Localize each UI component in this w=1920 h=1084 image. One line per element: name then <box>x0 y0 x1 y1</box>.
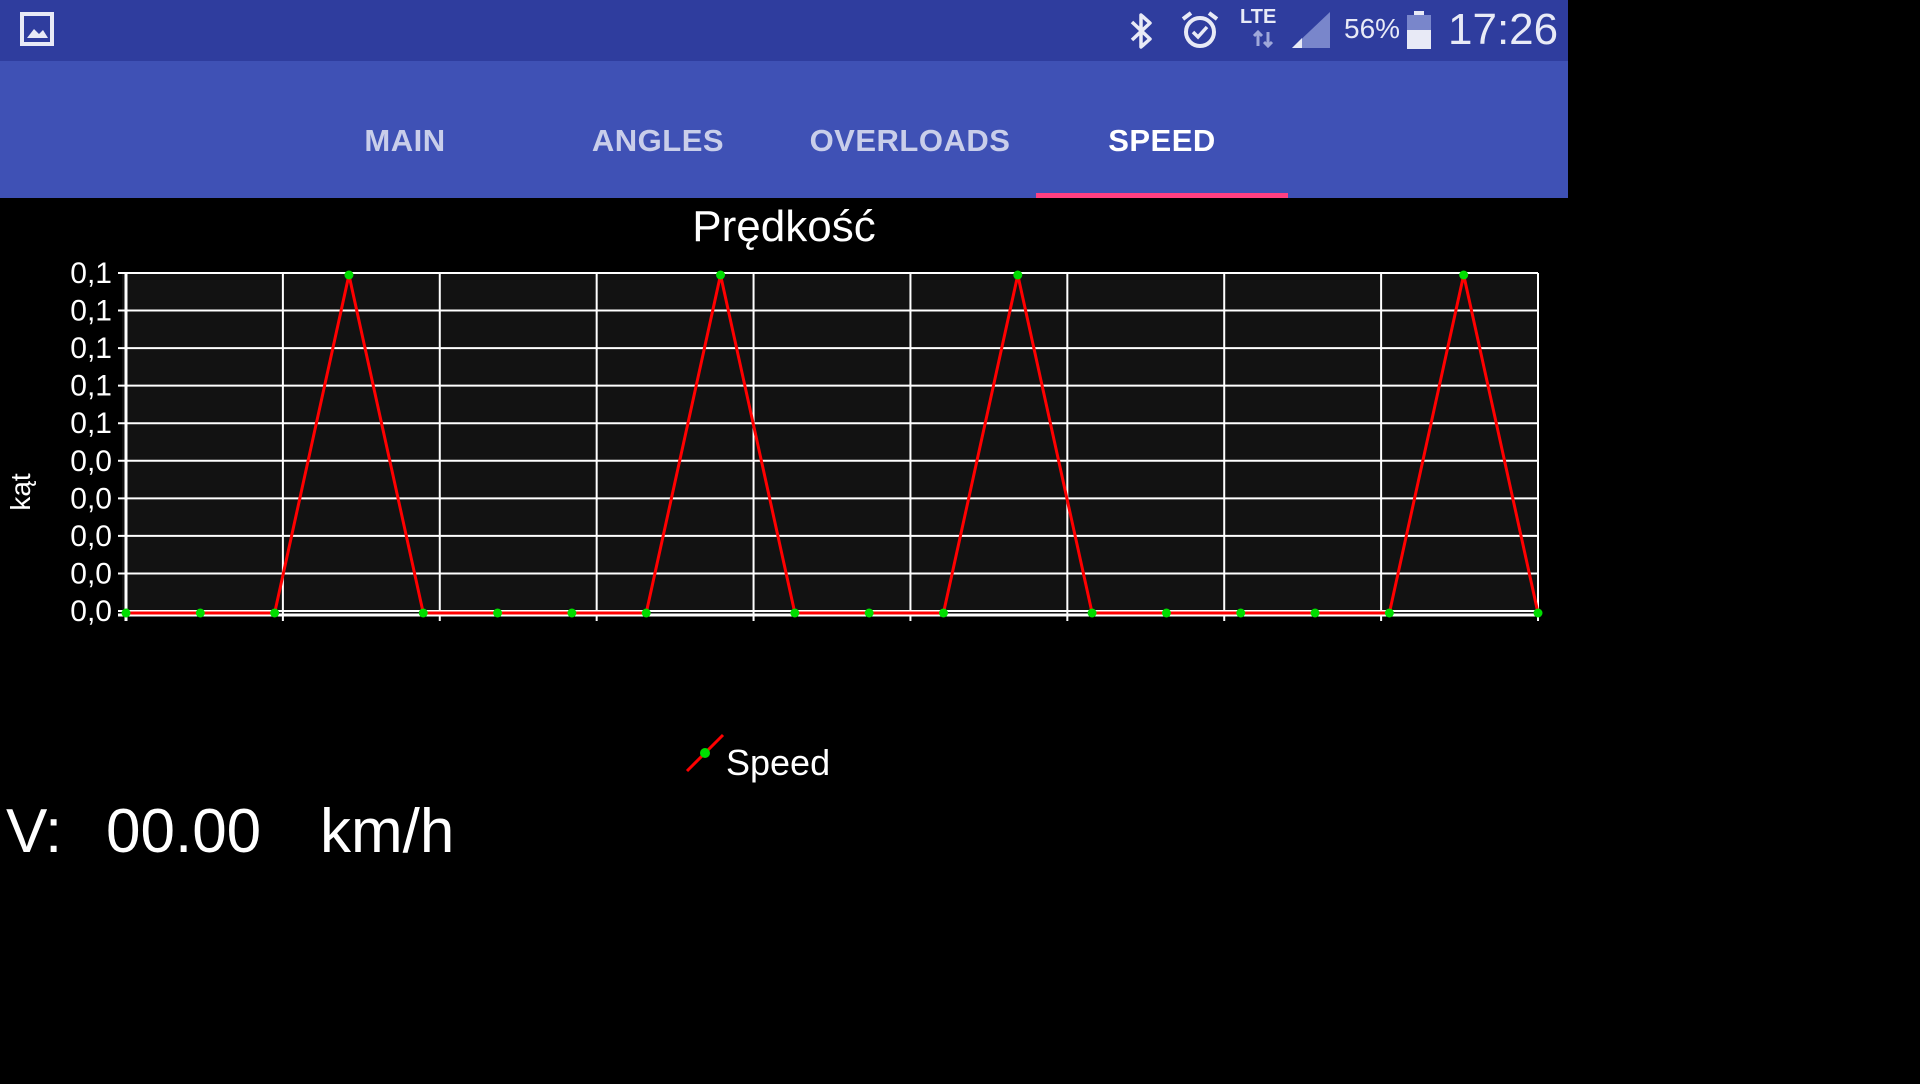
data-point <box>1459 270 1469 280</box>
data-point <box>864 608 874 618</box>
y-tick-label: 0,0 <box>70 595 112 628</box>
data-point <box>1236 608 1246 618</box>
data-point <box>1310 608 1320 618</box>
speed-unit: km/h <box>320 797 455 866</box>
bluetooth-icon <box>1130 13 1152 49</box>
y-tick-label: 0,1 <box>70 257 112 290</box>
y-tick-label: 0,1 <box>70 295 112 328</box>
data-point <box>493 608 503 618</box>
data-point <box>1087 608 1097 618</box>
y-tick-label: 0,1 <box>70 407 112 440</box>
gallery-icon <box>20 12 54 46</box>
data-point <box>344 270 354 280</box>
chart-title: Prędkość <box>692 202 875 251</box>
y-tick-label: 0,0 <box>70 520 112 553</box>
y-tick-label: 0,0 <box>70 557 112 590</box>
battery-icon <box>1407 11 1431 49</box>
legend: Speed <box>685 733 830 783</box>
tab-overloads[interactable]: OVERLOADS <box>790 121 1030 161</box>
status-bar: LTE 56% 17:26 <box>0 0 1568 61</box>
data-point <box>1161 608 1171 618</box>
data-point <box>1384 608 1394 618</box>
legend-label-speed: Speed <box>726 742 830 783</box>
data-point <box>567 608 577 618</box>
data-point <box>121 608 131 618</box>
data-point <box>1533 608 1543 618</box>
y-tick-label: 0,0 <box>70 445 112 478</box>
battery-percentage: 56% <box>1344 13 1401 44</box>
y-tick-label: 0,0 <box>70 482 112 515</box>
data-point <box>938 608 948 618</box>
data-point <box>641 608 651 618</box>
plot-area <box>122 273 1538 614</box>
speed-value: 00.00 <box>106 797 262 866</box>
network-type-label: LTE <box>1240 6 1277 28</box>
data-point <box>418 608 428 618</box>
tab-speed[interactable]: SPEED <box>1047 121 1277 161</box>
data-point <box>716 270 726 280</box>
legend-point-icon <box>700 748 710 758</box>
data-point <box>790 608 800 618</box>
clock: 17:26 <box>1448 5 1559 54</box>
alarm-icon <box>1181 11 1219 48</box>
tab-bar: MAIN ANGLES OVERLOADS SPEED <box>0 61 1568 198</box>
tab-main[interactable]: MAIN <box>290 121 520 161</box>
lte-arrows-icon <box>1252 30 1274 48</box>
data-point <box>195 608 205 618</box>
data-point <box>1013 270 1023 280</box>
data-point <box>270 608 280 618</box>
y-ticks: 0,1 0,1 0,1 0,1 0,1 0,0 0,0 0,0 0,0 0,0 <box>70 257 112 628</box>
y-axis-label: kąt <box>5 473 36 511</box>
tab-angles[interactable]: ANGLES <box>543 121 773 161</box>
y-tick-label: 0,1 <box>70 370 112 403</box>
speed-readout: V: 00.00 km/h <box>6 796 454 868</box>
signal-icon <box>1292 12 1330 48</box>
speed-prefix: V: <box>6 797 63 866</box>
speed-chart: Prędkość kąt 0,1 0,1 0,1 0,1 0,1 0,0 0,0 0,0 0,0… <box>5 202 1543 783</box>
y-tick-label: 0,1 <box>70 332 112 365</box>
